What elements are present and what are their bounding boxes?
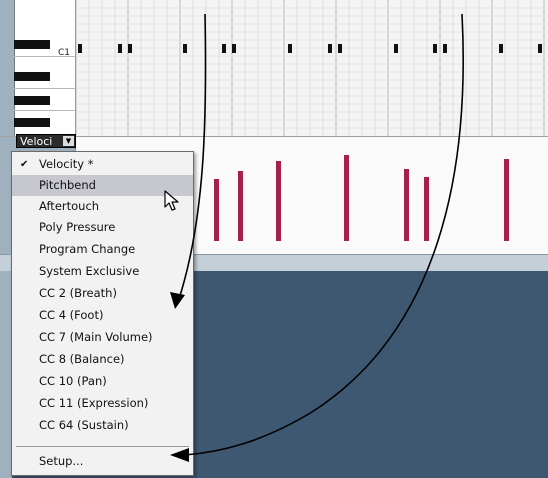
- menu-item-cc7-main-volume[interactable]: CC 7 (Main Volume): [12, 327, 193, 348]
- menu-item-cc4-foot[interactable]: CC 4 (Foot): [12, 305, 193, 326]
- velocity-bar[interactable]: [404, 169, 409, 241]
- velocity-bar[interactable]: [344, 155, 349, 241]
- controller-type-label: Veloci: [20, 135, 53, 148]
- white-key[interactable]: [14, 88, 75, 89]
- menu-item-poly-pressure[interactable]: Poly Pressure: [12, 217, 193, 238]
- velocity-bar[interactable]: [276, 161, 281, 241]
- midi-note[interactable]: [232, 44, 236, 53]
- piano-keyboard[interactable]: C1: [0, 0, 76, 136]
- menu-item-cc11-expression[interactable]: CC 11 (Expression): [12, 393, 193, 414]
- midi-note[interactable]: [328, 44, 332, 53]
- midi-note[interactable]: [118, 44, 122, 53]
- menu-separator: [16, 446, 189, 447]
- velocity-bar[interactable]: [424, 177, 429, 241]
- velocity-bar[interactable]: [214, 179, 219, 241]
- midi-editor: C1 Veloci ▼ ✔ Velocity * Pitchbend After…: [0, 0, 548, 478]
- black-key[interactable]: [14, 118, 50, 127]
- mouse-cursor-icon: [164, 190, 179, 211]
- c1-key-label: C1: [58, 48, 71, 58]
- menu-item-velocity[interactable]: ✔ Velocity *: [12, 154, 193, 175]
- black-key[interactable]: [14, 40, 50, 49]
- menu-item-system-exclusive[interactable]: System Exclusive: [12, 261, 193, 282]
- midi-note[interactable]: [499, 44, 503, 53]
- velocity-bar[interactable]: [504, 159, 509, 241]
- menu-item-program-change[interactable]: Program Change: [12, 239, 193, 260]
- black-key[interactable]: [14, 72, 50, 81]
- midi-note[interactable]: [538, 44, 542, 53]
- menu-item-setup[interactable]: Setup...: [12, 451, 193, 472]
- midi-note[interactable]: [222, 44, 226, 53]
- checkmark-icon: ✔: [20, 159, 29, 170]
- keyboard-margin: [0, 0, 15, 136]
- midi-note[interactable]: [128, 44, 132, 53]
- midi-note[interactable]: [288, 44, 292, 53]
- chevron-down-icon[interactable]: ▼: [63, 136, 74, 146]
- velocity-bar[interactable]: [238, 171, 243, 241]
- midi-note[interactable]: [78, 44, 82, 53]
- midi-note[interactable]: [338, 44, 342, 53]
- menu-item-cc8-balance[interactable]: CC 8 (Balance): [12, 349, 193, 370]
- white-key[interactable]: [14, 110, 75, 111]
- black-key[interactable]: [14, 96, 50, 105]
- midi-note[interactable]: [183, 44, 187, 53]
- midi-note[interactable]: [433, 44, 437, 53]
- piano-roll[interactable]: C1: [0, 0, 548, 136]
- midi-note[interactable]: [443, 44, 447, 53]
- controller-type-dropdown[interactable]: Veloci ▼: [16, 134, 76, 148]
- note-grid[interactable]: [76, 0, 548, 136]
- midi-note[interactable]: [394, 44, 398, 53]
- menu-item-cc2-breath[interactable]: CC 2 (Breath): [12, 283, 193, 304]
- menu-item-cc10-pan[interactable]: CC 10 (Pan): [12, 371, 193, 392]
- menu-item-cc64-sustain[interactable]: CC 64 (Sustain): [12, 415, 193, 436]
